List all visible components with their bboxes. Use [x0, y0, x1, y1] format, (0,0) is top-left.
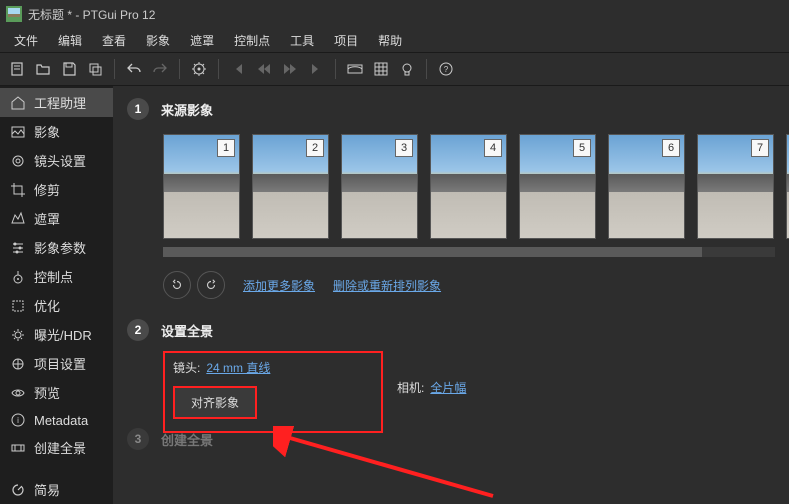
- sidebar-item-params[interactable]: 影象参数: [0, 233, 113, 262]
- step-3-title: 创建全景: [161, 430, 213, 449]
- rotate-ccw-button[interactable]: [163, 271, 191, 299]
- sidebar-item-label: 曝光/HDR: [34, 325, 92, 344]
- rewind-icon: [253, 58, 275, 80]
- thumb-4[interactable]: 4: [430, 134, 507, 239]
- menu-file[interactable]: 文件: [4, 30, 48, 51]
- add-more-images-link[interactable]: 添加更多影象: [243, 277, 315, 294]
- menubar: 文件 编辑 查看 影象 遮罩 控制点 工具 项目 帮助: [0, 28, 789, 52]
- sidebar-item-simple[interactable]: 简易: [0, 475, 113, 504]
- thumb-badge: 7: [751, 139, 769, 157]
- step-3-number: 3: [127, 428, 149, 450]
- sidebar-item-images[interactable]: 影象: [0, 117, 113, 146]
- step-2-highlight-box: 镜头: 24 mm 直线 对齐影象: [163, 351, 383, 433]
- toolbar: ?: [0, 52, 789, 86]
- thumb-badge: 1: [217, 139, 235, 157]
- save-icon[interactable]: [58, 58, 80, 80]
- grid-icon[interactable]: [370, 58, 392, 80]
- help-icon[interactable]: ?: [435, 58, 457, 80]
- content-area: 1 来源影象 1 2 3 4 5 6 7 8 添加更多影象 删除或重新排列影象 …: [113, 86, 789, 504]
- thumb-badge: 2: [306, 139, 324, 157]
- sidebar-item-assistant[interactable]: 工程助理: [0, 88, 113, 117]
- step-1-title: 来源影象: [161, 100, 213, 119]
- thumb-badge: 6: [662, 139, 680, 157]
- lens-value-link[interactable]: 24 mm 直线: [206, 359, 270, 376]
- bulb-icon[interactable]: [396, 58, 418, 80]
- sidebar-item-optimize[interactable]: 优化: [0, 291, 113, 320]
- copy-icon[interactable]: [84, 58, 106, 80]
- sidebar-item-label: 遮罩: [34, 209, 60, 228]
- thumb-badge: 4: [484, 139, 502, 157]
- sidebar-item-label: 修剪: [34, 180, 60, 199]
- sidebar-item-lens[interactable]: 镜头设置: [0, 146, 113, 175]
- thumb-badge: 5: [573, 139, 591, 157]
- sidebar-item-exposure[interactable]: 曝光/HDR: [0, 320, 113, 349]
- menu-edit[interactable]: 编辑: [48, 30, 92, 51]
- sidebar-item-label: Metadata: [34, 413, 88, 428]
- sidebar-item-label: 工程助理: [34, 93, 86, 112]
- sidebar-item-project-settings[interactable]: 项目设置: [0, 349, 113, 378]
- lens-label: 镜头:: [173, 359, 200, 376]
- panorama-icon[interactable]: [344, 58, 366, 80]
- sidebar-item-label: 镜头设置: [34, 151, 86, 170]
- redo-icon: [149, 58, 171, 80]
- camera-value-link[interactable]: 全片幅: [430, 379, 466, 396]
- menu-image[interactable]: 影象: [136, 30, 180, 51]
- sidebar-item-mask[interactable]: 遮罩: [0, 204, 113, 233]
- remove-reorder-link[interactable]: 删除或重新排列影象: [333, 277, 441, 294]
- sidebar-item-label: 影象: [34, 122, 60, 141]
- thumb-badge: 3: [395, 139, 413, 157]
- sidebar-item-label: 控制点: [34, 267, 73, 286]
- new-icon[interactable]: [6, 58, 28, 80]
- settings-icon[interactable]: [188, 58, 210, 80]
- menu-project[interactable]: 项目: [324, 30, 368, 51]
- sidebar: 工程助理 影象 镜头设置 修剪 遮罩 影象参数 控制点 优化 曝光/HDR 项目…: [0, 86, 113, 504]
- sidebar-item-label: 影象参数: [34, 238, 86, 257]
- svg-text:?: ?: [444, 65, 449, 74]
- window-title: 无标题 * - PTGui Pro 12: [28, 6, 155, 23]
- svg-text:i: i: [17, 416, 19, 425]
- skip-forward-icon: [305, 58, 327, 80]
- skip-back-icon: [227, 58, 249, 80]
- step-2-number: 2: [127, 319, 149, 341]
- sidebar-item-label: 创建全景: [34, 438, 86, 457]
- sidebar-item-label: 预览: [34, 383, 60, 402]
- sidebar-item-label: 简易: [34, 480, 60, 499]
- thumbnail-scrollbar[interactable]: [163, 247, 775, 257]
- sidebar-item-create-panorama[interactable]: 创建全景: [0, 433, 113, 462]
- app-icon: [6, 6, 22, 22]
- undo-icon[interactable]: [123, 58, 145, 80]
- thumb-3[interactable]: 3: [341, 134, 418, 239]
- thumb-1[interactable]: 1: [163, 134, 240, 239]
- menu-controlpoints[interactable]: 控制点: [224, 30, 280, 51]
- sidebar-item-label: 优化: [34, 296, 60, 315]
- rotate-cw-button[interactable]: [197, 271, 225, 299]
- align-images-button[interactable]: 对齐影象: [173, 386, 257, 419]
- sidebar-item-preview[interactable]: 预览: [0, 378, 113, 407]
- open-icon[interactable]: [32, 58, 54, 80]
- camera-label: 相机:: [397, 379, 424, 396]
- thumb-2[interactable]: 2: [252, 134, 329, 239]
- forward-icon: [279, 58, 301, 80]
- thumb-6[interactable]: 6: [608, 134, 685, 239]
- sidebar-item-controlpoints[interactable]: 控制点: [0, 262, 113, 291]
- step-2-title: 设置全景: [161, 321, 213, 340]
- menu-help[interactable]: 帮助: [368, 30, 412, 51]
- thumb-7[interactable]: 7: [697, 134, 774, 239]
- sidebar-item-crop[interactable]: 修剪: [0, 175, 113, 204]
- menu-tools[interactable]: 工具: [280, 30, 324, 51]
- menu-mask[interactable]: 遮罩: [180, 30, 224, 51]
- thumb-5[interactable]: 5: [519, 134, 596, 239]
- menu-view[interactable]: 查看: [92, 30, 136, 51]
- scrollbar-thumb[interactable]: [163, 247, 702, 257]
- sidebar-item-label: 项目设置: [34, 354, 86, 373]
- source-thumbnails: 1 2 3 4 5 6 7 8: [163, 134, 775, 239]
- sidebar-item-metadata[interactable]: i Metadata: [0, 407, 113, 433]
- step-1-number: 1: [127, 98, 149, 120]
